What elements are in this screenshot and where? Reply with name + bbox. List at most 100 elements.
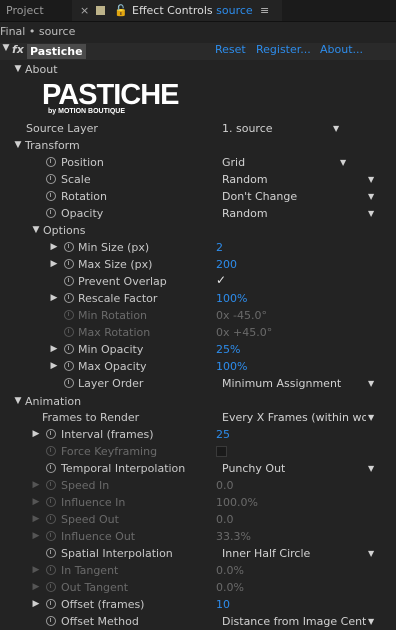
effect-name[interactable]: Pastiche xyxy=(27,44,86,59)
max-opacity-value[interactable]: 100% xyxy=(216,358,247,375)
influence-out-label: Influence Out xyxy=(61,530,136,543)
group-about-label: About xyxy=(25,63,58,76)
group-options-label: Options xyxy=(43,224,86,237)
expand-triangle-icon[interactable]: ▶ xyxy=(49,239,59,256)
reset-link[interactable]: Reset xyxy=(215,43,246,56)
stopwatch-icon[interactable] xyxy=(46,463,56,473)
rotation-dropdown[interactable]: Don't Change ▼ xyxy=(216,188,380,205)
stopwatch-icon[interactable] xyxy=(46,208,56,218)
group-animation[interactable]: ▼ Animation xyxy=(0,393,396,410)
stopwatch-icon[interactable] xyxy=(64,344,74,354)
collapse-triangle-icon[interactable]: ▼ xyxy=(31,222,41,239)
group-about[interactable]: ▼ About xyxy=(0,61,396,78)
stopwatch-icon[interactable] xyxy=(46,429,56,439)
stopwatch-icon[interactable] xyxy=(46,157,56,167)
layer-order-value: Minimum Assignment xyxy=(222,377,342,390)
chevron-down-icon: ▼ xyxy=(368,379,375,388)
position-dropdown[interactable]: Grid ▼ xyxy=(216,154,352,171)
opacity-dropdown[interactable]: Random ▼ xyxy=(216,205,380,222)
rescale-factor-value[interactable]: 100% xyxy=(216,290,247,307)
max-rotation-label: Max Rotation xyxy=(78,326,151,339)
group-transform[interactable]: ▼ Transform xyxy=(0,137,396,154)
expand-triangle-icon[interactable]: ▶ xyxy=(31,596,41,613)
color-swatch-icon xyxy=(96,6,105,15)
frames-to-render-label: Frames to Render xyxy=(42,411,140,424)
stopwatch-icon xyxy=(46,582,56,592)
stopwatch-icon[interactable] xyxy=(46,548,56,558)
spatial-interpolation-label: Spatial Interpolation xyxy=(61,547,173,560)
tab-effect-title: Effect Controls source xyxy=(132,0,253,21)
about-link[interactable]: About... xyxy=(320,43,363,56)
stopwatch-icon[interactable] xyxy=(64,242,74,252)
out-tangent-value: 0.0% xyxy=(216,581,244,594)
tab-effect-source[interactable]: source xyxy=(216,4,253,17)
param-speed-out: ▶ Speed Out 0.0 xyxy=(0,511,396,528)
expand-triangle-icon: ▶ xyxy=(32,514,40,524)
param-speed-in: ▶ Speed In 0.0 xyxy=(0,477,396,494)
spatial-interpolation-dropdown[interactable]: Inner Half Circle ▼ xyxy=(216,545,380,562)
offset-method-dropdown[interactable]: Distance from Image Center ▼ xyxy=(216,613,380,630)
stopwatch-icon[interactable] xyxy=(46,174,56,184)
expand-triangle-icon: ▶ xyxy=(32,497,40,507)
source-layer-dropdown[interactable]: 1. source ▼ xyxy=(216,120,344,137)
group-transform-label: Transform xyxy=(25,139,80,152)
expand-triangle-icon[interactable]: ▶ xyxy=(49,290,59,307)
expand-triangle-icon[interactable]: ▶ xyxy=(49,358,59,375)
fx-badge-icon[interactable]: fx xyxy=(12,43,24,56)
param-source-layer: Source Layer 1. source ▼ xyxy=(0,120,396,137)
min-size-value[interactable]: 2 xyxy=(216,239,223,256)
tab-project[interactable]: Project xyxy=(0,0,77,21)
expand-triangle-icon[interactable]: ▶ xyxy=(31,426,41,443)
param-opacity: Opacity Random ▼ xyxy=(0,205,396,222)
layer-order-label: Layer Order xyxy=(78,377,144,390)
scale-dropdown[interactable]: Random ▼ xyxy=(216,171,380,188)
close-icon[interactable]: × xyxy=(80,0,89,21)
stopwatch-icon[interactable] xyxy=(64,378,74,388)
stopwatch-icon[interactable] xyxy=(64,259,74,269)
temporal-interpolation-dropdown[interactable]: Punchy Out ▼ xyxy=(216,460,380,477)
stopwatch-icon[interactable] xyxy=(46,191,56,201)
param-offset-frames: ▶ Offset (frames) 10 xyxy=(0,596,396,613)
param-force-keyframing: Force Keyframing xyxy=(0,443,396,460)
stopwatch-icon xyxy=(64,327,74,337)
param-min-opacity: ▶ Min Opacity 25% xyxy=(0,341,396,358)
opacity-label: Opacity xyxy=(61,207,104,220)
frames-to-render-dropdown[interactable]: Every X Frames (within work ▼ xyxy=(216,409,380,426)
interval-value[interactable]: 25 xyxy=(216,426,230,443)
collapse-triangle-icon[interactable]: ▼ xyxy=(13,393,23,410)
min-rotation-value: 0x -45.0° xyxy=(216,309,267,322)
position-value: Grid xyxy=(222,156,246,169)
stopwatch-icon[interactable] xyxy=(46,599,56,609)
collapse-triangle-icon[interactable]: ▼ xyxy=(13,61,23,78)
group-options[interactable]: ▼ Options xyxy=(0,222,396,239)
interval-label: Interval (frames) xyxy=(61,428,154,441)
expand-triangle-icon[interactable]: ▶ xyxy=(49,341,59,358)
register-link[interactable]: Register... xyxy=(256,43,311,56)
collapse-triangle-icon[interactable]: ▼ xyxy=(13,137,23,154)
stopwatch-icon[interactable] xyxy=(64,293,74,303)
tab-effect-controls[interactable]: × 🔓 Effect Controls source ≡ xyxy=(72,0,282,21)
stopwatch-icon xyxy=(46,497,56,507)
tab-project-label: Project xyxy=(6,4,44,17)
chevron-down-icon: ▼ xyxy=(368,413,375,422)
expand-triangle-icon: ▶ xyxy=(32,531,40,541)
expand-triangle-icon: ▶ xyxy=(32,582,40,592)
panel-menu-icon[interactable]: ≡ xyxy=(260,0,269,21)
layer-order-dropdown[interactable]: Minimum Assignment ▼ xyxy=(216,375,380,392)
prevent-overlap-label: Prevent Overlap xyxy=(78,275,167,288)
collapse-triangle-icon[interactable]: ▼ xyxy=(1,43,11,53)
prevent-overlap-checkbox[interactable]: ✓ xyxy=(216,274,229,287)
stopwatch-icon[interactable] xyxy=(64,361,74,371)
min-opacity-value[interactable]: 25% xyxy=(216,341,240,358)
stopwatch-icon[interactable] xyxy=(46,616,56,626)
param-influence-out: ▶ Influence Out 33.3% xyxy=(0,528,396,545)
chevron-down-icon: ▼ xyxy=(368,617,375,626)
offset-frames-value[interactable]: 10 xyxy=(216,596,230,613)
expand-triangle-icon: ▶ xyxy=(32,480,40,490)
expand-triangle-icon[interactable]: ▶ xyxy=(49,256,59,273)
stopwatch-icon[interactable] xyxy=(64,276,74,286)
stopwatch-icon xyxy=(64,310,74,320)
lock-icon[interactable]: 🔓 xyxy=(114,0,128,21)
max-size-value[interactable]: 200 xyxy=(216,256,237,273)
in-tangent-value: 0.0% xyxy=(216,564,244,577)
